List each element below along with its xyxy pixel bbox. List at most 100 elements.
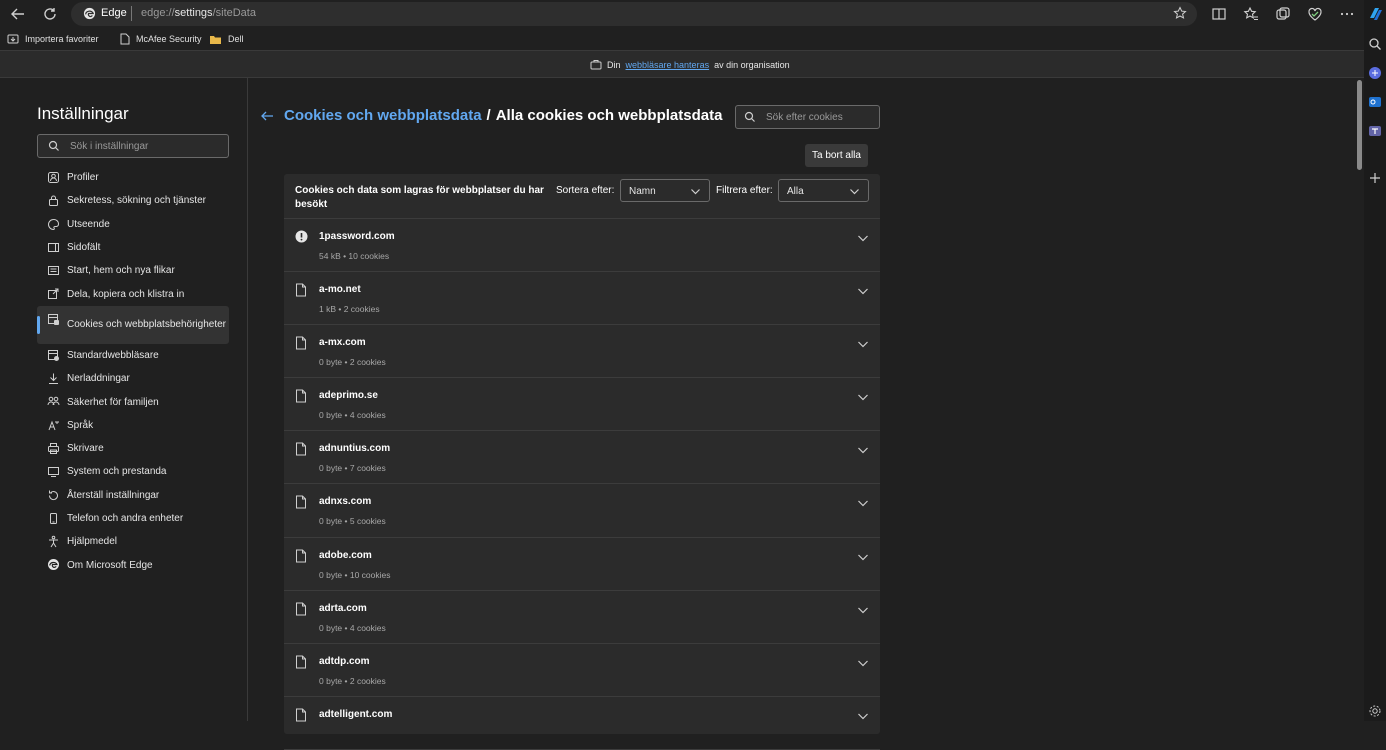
sidebar-item-accessibility[interactable]: Hjälpmedel [37,530,229,553]
sidebar-item-downloads[interactable]: Nerladdningar [37,367,229,390]
breadcrumb-separator: / [486,107,491,124]
cookie-search-placeholder: Sök efter cookies [766,112,843,123]
chevron-down-icon[interactable] [857,710,869,722]
chevron-down-icon[interactable] [857,497,869,509]
sidebar-item-label: Säkerhet för familjen [67,396,159,408]
sidebar-item-label: Dela, kopiera och klistra in [67,288,185,300]
site-list: 1password.com 54 kB • 10 cookies a-mo.ne… [284,219,880,750]
accessibility-icon [47,535,60,548]
page-icon [119,33,130,45]
edge-sidebar-rail [1364,0,1386,721]
site-meta: 0 byte • 7 cookies [319,463,386,474]
back-arrow-icon[interactable] [9,5,27,23]
list-item[interactable]: adobe.com 0 byte • 10 cookies [284,538,880,591]
favorites-icon[interactable] [1242,5,1260,23]
address-bar[interactable]: Edge edge://settings/siteData [71,2,1197,26]
copilot-icon[interactable] [1368,6,1382,20]
chevron-down-icon[interactable] [857,338,869,350]
shopping-icon[interactable] [1368,66,1382,80]
list-item[interactable]: adtelligent.com [284,697,880,750]
collections-icon[interactable] [1274,5,1292,23]
family-icon [47,395,60,408]
more-options-icon[interactable] [1338,5,1356,23]
favorite-item-mcafee[interactable]: McAfee Security [119,32,202,46]
chevron-down-icon[interactable] [857,657,869,669]
sidebar-item-privacy[interactable]: Sekretess, sökning och tjänster [37,189,229,212]
list-item[interactable]: adrta.com 0 byte • 4 cookies [284,591,880,644]
sidebar-item-appearance[interactable]: Utseende [37,213,229,236]
sidebar-item-phone[interactable]: Telefon och andra enheter [37,507,229,530]
managed-browser-banner: Din webbläsare hanteras av din organisat… [0,50,1364,78]
page-icon [295,389,307,403]
list-item[interactable]: a-mx.com 0 byte • 2 cookies [284,325,880,379]
list-item[interactable]: 1password.com 54 kB • 10 cookies [284,219,880,273]
lock-icon [47,194,60,207]
sidebar-item-profiles[interactable]: Profiler [37,166,229,189]
sidebar-item-family[interactable]: Säkerhet för familjen [37,390,229,413]
list-item[interactable]: adnuntius.com 0 byte • 7 cookies [284,431,880,485]
favorite-star-icon[interactable] [1173,6,1187,20]
chevron-down-icon[interactable] [857,391,869,403]
chevron-down-icon[interactable] [857,285,869,297]
url-text[interactable]: edge://settings/siteData [141,7,256,19]
settings-menu: Profiler Sekretess, sökning och tjänster… [37,166,229,577]
page-icon [295,549,307,563]
split-screen-icon[interactable] [1210,5,1228,23]
sidebar-item-language[interactable]: Språk [37,414,229,437]
settings-search-input[interactable]: Sök i inställningar [37,134,229,158]
cookie-search-input[interactable]: Sök efter cookies [735,105,880,129]
favorite-item-dell[interactable]: Dell [209,32,244,46]
edge-logo-icon [83,7,96,20]
sidebar-item-sidebar[interactable]: Sidofält [37,236,229,259]
list-item[interactable]: a-mo.net 1 kB • 2 cookies [284,272,880,326]
sort-select[interactable]: Namn [620,179,710,202]
profile-icon [47,171,60,184]
page-icon [295,602,307,616]
sidebar-item-label: Cookies och webbplatsbehörigheter [67,319,226,331]
reset-icon [47,489,60,502]
sidebar-item-reset[interactable]: Återställ inställningar [37,484,229,507]
sidebar-item-system[interactable]: System och prestanda [37,460,229,483]
filter-select[interactable]: Alla [778,179,869,202]
sidebar-item-printers[interactable]: Skrivare [37,437,229,460]
refresh-icon[interactable] [41,5,59,23]
site-meta: 0 byte • 4 cookies [319,622,386,633]
sidebar-item-label: Sidofält [67,242,101,254]
share-icon [47,287,60,300]
browser-brand: Edge [101,7,127,19]
favorite-item-import[interactable]: Importera favoriter [7,32,99,46]
sidebar-item-share-copy[interactable]: Dela, kopiera och klistra in [37,282,229,305]
search-icon[interactable] [1368,37,1382,51]
chevron-down-icon[interactable] [857,444,869,456]
scrollbar[interactable] [1355,78,1364,721]
folder-icon [209,34,222,45]
sidebar-item-cookies[interactable]: Cookies och webbplatsbehörigheter [37,305,229,344]
list-item[interactable]: adtdp.com 0 byte • 2 cookies [284,644,880,697]
list-item[interactable]: adnxs.com 0 byte • 5 cookies [284,484,880,538]
teams-icon[interactable] [1368,124,1382,138]
sidebar-settings-icon[interactable] [1368,704,1382,718]
managed-browser-link[interactable]: webbläsare hanteras [626,60,710,70]
outlook-icon[interactable] [1368,95,1382,109]
sidebar-item-default-browser[interactable]: Standardwebbläsare [37,344,229,367]
sidebar-item-about[interactable]: Om Microsoft Edge [37,553,229,576]
site-meta: 0 byte • 10 cookies [319,569,391,580]
page-icon [295,708,307,722]
site-meta: 0 byte • 5 cookies [319,516,386,527]
chevron-down-icon[interactable] [857,232,869,244]
favorite-label: Dell [228,34,244,44]
list-item[interactable]: adeprimo.se 0 byte • 4 cookies [284,378,880,432]
browser-essentials-icon[interactable] [1306,5,1324,23]
sidebar-item-start-home[interactable]: Start, hem och nya flikar [37,259,229,282]
breadcrumb-link[interactable]: Cookies och webbplatsdata [284,107,482,124]
remove-all-button[interactable]: Ta bort alla [805,144,868,167]
sidebar-item-label: Återställ inställningar [67,489,160,501]
scrollbar-thumb[interactable] [1357,80,1362,170]
back-arrow-icon[interactable] [260,109,274,123]
sidebar-item-label: Språk [67,419,94,431]
chevron-down-icon[interactable] [857,604,869,616]
chevron-down-icon[interactable] [857,551,869,563]
add-icon[interactable] [1368,171,1382,185]
sidebar-item-label: Nerladdningar [67,373,130,385]
sort-label: Sortera efter: [556,185,615,196]
